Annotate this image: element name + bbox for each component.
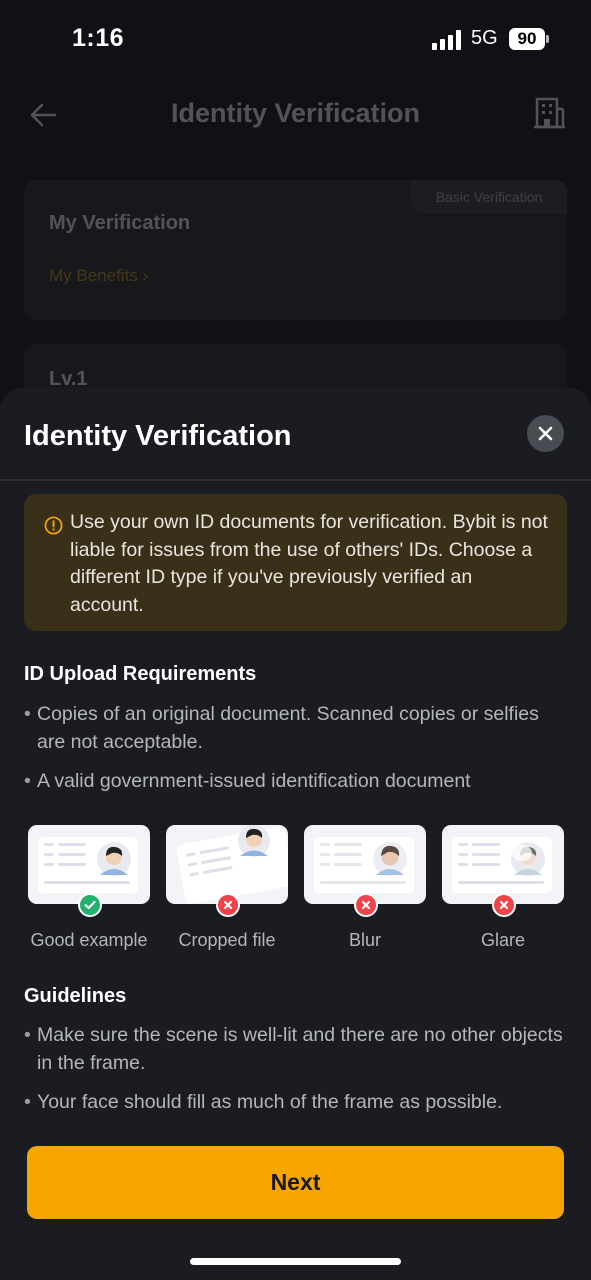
- guideline-bullet: Make sure the scene is well-lit and ther…: [24, 1022, 564, 1077]
- benefits-link-label: My Benefits: [49, 266, 138, 285]
- error-icon: [216, 893, 240, 917]
- signal-icon: [432, 30, 461, 50]
- guidelines-title: Guidelines: [24, 985, 127, 1007]
- page-title: Identity Verification: [170, 98, 421, 128]
- battery-icon: 90: [509, 28, 545, 50]
- chevron-right-icon: ›: [142, 266, 149, 285]
- error-icon: [354, 893, 378, 917]
- battery-tip: [546, 35, 549, 43]
- background-page: Identity Verification Basic Verification…: [0, 80, 591, 424]
- check-icon: [78, 893, 102, 917]
- verification-card[interactable]: Basic Verification My Verification My Be…: [24, 180, 567, 320]
- benefits-link[interactable]: My Benefits ›: [49, 266, 148, 286]
- status-bar: 1:16 5G 90: [0, 0, 591, 80]
- next-button[interactable]: Next: [27, 1146, 564, 1219]
- verification-badge: Basic Verification: [411, 180, 567, 214]
- warning-text: Use your own ID documents for verificati…: [70, 511, 548, 616]
- error-icon: [492, 893, 516, 917]
- verification-card-title: My Verification: [49, 212, 191, 234]
- identity-verification-sheet: Identity Verification Use your own ID do…: [0, 388, 591, 1280]
- upload-bullet: Copies of an original document. Scanned …: [24, 701, 564, 756]
- building-icon[interactable]: [532, 96, 566, 130]
- sheet-divider: [0, 479, 591, 481]
- warning-banner: Use your own ID documents for verificati…: [24, 494, 567, 631]
- home-indicator[interactable]: [190, 1258, 401, 1265]
- close-icon: [538, 426, 553, 441]
- sheet-title: Identity Verification: [24, 420, 292, 452]
- guideline-bullet: Your face should fill as much of the fra…: [24, 1089, 564, 1117]
- upload-requirements-title: ID Upload Requirements: [24, 663, 257, 685]
- example-label: Glare: [480, 930, 525, 950]
- network-type: 5G: [471, 27, 498, 49]
- upload-bullet: A valid government-issued identification…: [24, 768, 564, 796]
- id-examples: Good example Cropped file Blur Glare: [0, 825, 591, 955]
- warning-icon: [44, 516, 63, 535]
- close-button[interactable]: [527, 415, 564, 452]
- status-time: 1:16: [72, 24, 125, 52]
